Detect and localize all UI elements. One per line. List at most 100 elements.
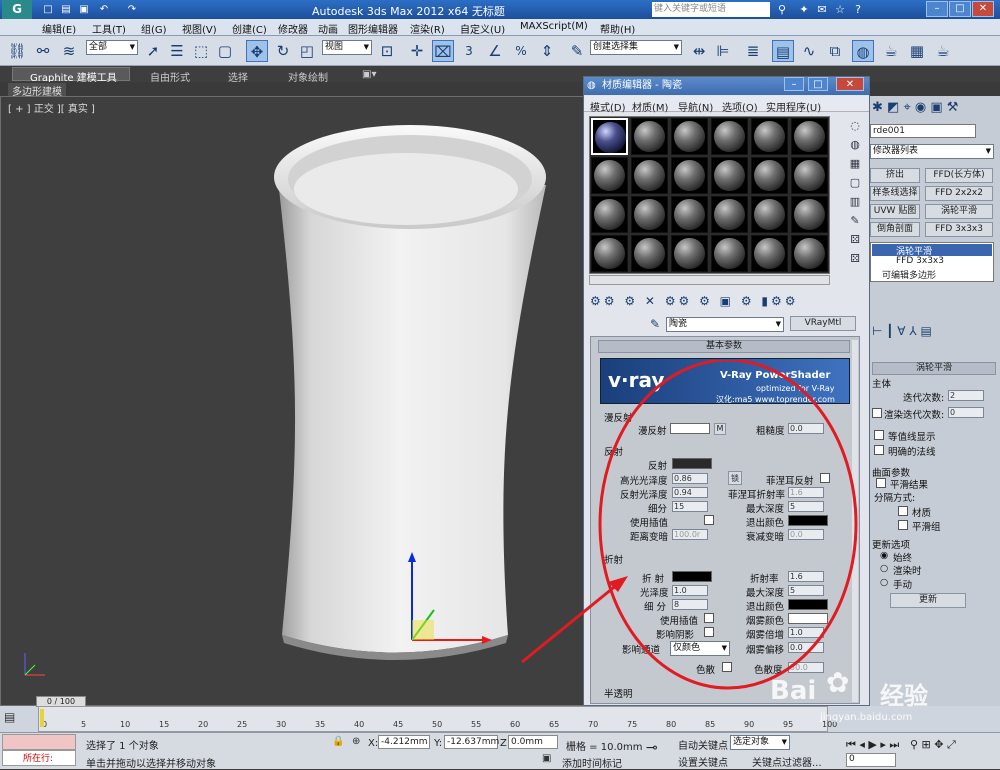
menu-maxscript[interactable]: MAXScript(M) bbox=[520, 21, 588, 32]
set-key-label[interactable]: 设置关键点 bbox=[678, 754, 728, 769]
keyboard-shortcut-icon[interactable]: ⌧ bbox=[432, 40, 454, 62]
auto-key-label[interactable]: 自动关键点 bbox=[678, 737, 728, 752]
app-logo[interactable]: G bbox=[2, 0, 32, 19]
add-time-tag-label[interactable]: 添加时间标记 bbox=[562, 755, 622, 770]
menu-animation[interactable]: 动画 bbox=[318, 21, 338, 36]
explicit-normals-checkbox[interactable] bbox=[874, 445, 884, 455]
maxscript-listener[interactable] bbox=[2, 734, 76, 750]
spline-select-button[interactable]: 样条线选择 bbox=[870, 186, 920, 201]
z-coord-field[interactable]: 0.0mm bbox=[508, 735, 558, 749]
open-icon[interactable]: ▤ bbox=[58, 2, 74, 17]
render-iters-checkbox[interactable] bbox=[872, 408, 882, 418]
x-coord-field[interactable]: -4.212mm bbox=[378, 735, 430, 749]
window-crossing-icon[interactable]: ▢ bbox=[214, 40, 236, 62]
key-mode-icon[interactable]: ⊸ bbox=[646, 740, 658, 756]
curve-editor-icon[interactable]: ∿ bbox=[798, 40, 820, 62]
update-button[interactable]: 更新 bbox=[890, 593, 966, 608]
edit-named-sel-icon[interactable]: ✎ bbox=[566, 40, 588, 62]
reference-coord-dropdown[interactable]: 视图 bbox=[322, 40, 372, 55]
time-tag-icon[interactable]: ▣ bbox=[542, 753, 551, 764]
y-coord-field[interactable]: -12.637mm bbox=[444, 735, 499, 749]
smooth-result-checkbox[interactable] bbox=[876, 478, 886, 488]
material-slot[interactable] bbox=[711, 196, 748, 233]
render-production-icon[interactable]: ☕ bbox=[932, 40, 954, 62]
spinner-snap-icon[interactable]: ⇕ bbox=[536, 40, 558, 62]
material-slot[interactable] bbox=[791, 118, 828, 155]
undo-icon[interactable]: ↶ bbox=[96, 2, 112, 17]
unlink-icon[interactable]: ⚯ bbox=[32, 40, 54, 62]
subscription-icon[interactable]: ✦ bbox=[796, 2, 812, 17]
menu-modifiers[interactable]: 修改器 bbox=[278, 21, 308, 36]
select-scale-icon[interactable]: ◰ bbox=[296, 40, 318, 62]
align-icon[interactable]: ⊫ bbox=[712, 40, 734, 62]
me-menu-mode[interactable]: 模式(D) bbox=[590, 99, 626, 114]
menu-edit[interactable]: 编辑(E) bbox=[42, 21, 76, 36]
help-icon[interactable]: ? bbox=[850, 2, 866, 17]
schematic-view-icon[interactable]: ⧉ bbox=[824, 40, 846, 62]
always-radio[interactable]: ◉ bbox=[880, 550, 888, 561]
material-name-field[interactable]: 陶瓷 bbox=[666, 317, 784, 332]
menu-tools[interactable]: 工具(T) bbox=[92, 21, 126, 36]
material-slot[interactable] bbox=[671, 196, 708, 233]
named-selection-dropdown[interactable]: 创建选择集 bbox=[590, 40, 682, 55]
menu-create[interactable]: 创建(C) bbox=[232, 21, 267, 36]
manual-radio[interactable]: ○ bbox=[880, 577, 888, 588]
angle-snap-icon[interactable]: ∠ bbox=[484, 40, 506, 62]
ffd-box-button[interactable]: FFD(长方体) bbox=[925, 168, 993, 183]
ffd-2x2x2-button[interactable]: FFD 2x2x2 bbox=[925, 186, 993, 201]
save-icon[interactable]: ▣ bbox=[76, 2, 92, 17]
me-minimize-button[interactable]: – bbox=[784, 77, 804, 91]
new-icon[interactable]: □ bbox=[40, 2, 56, 17]
menu-graph-editors[interactable]: 图形编辑器 bbox=[348, 21, 398, 36]
material-slot[interactable] bbox=[631, 118, 668, 155]
lock-selection-icon[interactable]: 🔒 bbox=[332, 736, 344, 747]
material-editor-icon[interactable]: ◍ bbox=[852, 40, 874, 62]
material-slot[interactable] bbox=[751, 235, 788, 272]
menu-help[interactable]: 帮助(H) bbox=[600, 21, 635, 36]
material-slot[interactable] bbox=[791, 235, 828, 272]
material-slot[interactable] bbox=[751, 118, 788, 155]
material-slot[interactable] bbox=[751, 157, 788, 194]
viewport-label[interactable]: [ + ] 正交 ][ 真实 ] bbox=[8, 100, 95, 115]
me-toolbar-icons[interactable]: ⚙⚙ ⚙ ✕ ⚙⚙ ⚙ ▣ ⚙ ▮⚙⚙ bbox=[590, 294, 860, 312]
material-slot[interactable] bbox=[591, 196, 628, 233]
smoothing-groups-checkbox[interactable] bbox=[898, 520, 908, 530]
extrude-button[interactable]: 挤出 bbox=[870, 168, 920, 183]
material-slot[interactable] bbox=[671, 118, 708, 155]
script-line-label[interactable]: 所在行: bbox=[2, 750, 76, 766]
modifier-list-dropdown[interactable]: 修改器列表 bbox=[870, 144, 994, 159]
playback-controls-icon[interactable]: ⏮ ◂ ▶ ▸ ⏭ bbox=[846, 738, 899, 752]
viewport-nav-icons[interactable]: ⚲ ⊞ ✥ ⤢ bbox=[910, 738, 956, 752]
layer-manager-icon[interactable]: ≣ bbox=[742, 40, 764, 62]
close-button[interactable]: ✕ bbox=[972, 1, 994, 17]
current-frame-field[interactable]: 0 bbox=[846, 753, 896, 767]
graphite-toggle-icon[interactable]: ▤ bbox=[772, 40, 794, 62]
me-maximize-button[interactable]: □ bbox=[808, 77, 828, 91]
material-type-button[interactable]: VRayMtl bbox=[790, 316, 856, 331]
ffd-3x3x3-button[interactable]: FFD 3x3x3 bbox=[925, 222, 993, 237]
stack-item-turbosmooth[interactable]: 涡轮平滑 bbox=[872, 244, 992, 257]
object-name-field[interactable]: rde001 bbox=[870, 124, 976, 138]
slot-side-tools-icon[interactable]: ◌ ◍ ▦ ▢ ▥ ✎ ⚄ ⚄ bbox=[846, 116, 864, 276]
menu-group[interactable]: 组(G) bbox=[141, 21, 167, 36]
eyedropper-icon[interactable]: ✎ bbox=[650, 317, 660, 331]
material-slot[interactable] bbox=[711, 157, 748, 194]
ribbon-options-icon[interactable]: ▣▾ bbox=[362, 69, 376, 80]
redo-icon[interactable]: ↷ bbox=[124, 2, 140, 17]
track-bar-toggle-icon[interactable]: ▤ bbox=[4, 710, 34, 726]
me-menu-utilities[interactable]: 实用程序(U) bbox=[766, 99, 821, 114]
isoline-checkbox[interactable] bbox=[874, 430, 884, 440]
material-slot[interactable] bbox=[791, 196, 828, 233]
material-slot[interactable] bbox=[711, 118, 748, 155]
favorites-icon[interactable]: ☆ bbox=[832, 2, 848, 17]
material-slot[interactable] bbox=[711, 235, 748, 272]
material-slot[interactable] bbox=[591, 118, 628, 155]
when-render-radio[interactable]: ○ bbox=[880, 563, 888, 574]
communication-icon[interactable]: ✉ bbox=[814, 2, 830, 17]
rect-selection-icon[interactable]: ⬚ bbox=[190, 40, 212, 62]
render-iters-spinner[interactable]: 0 bbox=[948, 407, 984, 418]
current-frame-marker[interactable] bbox=[40, 709, 44, 727]
render-setup-icon[interactable]: ☕ bbox=[880, 40, 902, 62]
material-slot[interactable] bbox=[631, 196, 668, 233]
select-move-icon[interactable]: ✥ bbox=[246, 40, 268, 62]
